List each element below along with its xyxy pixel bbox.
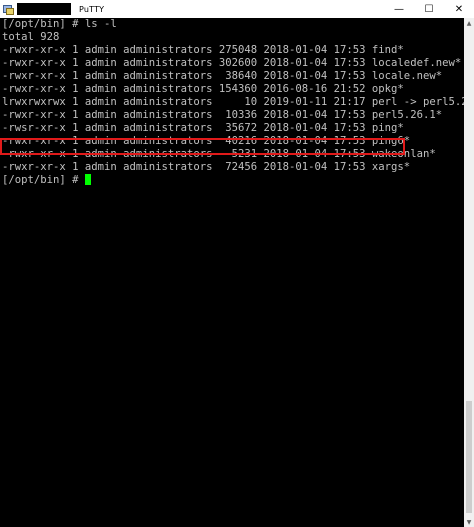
- terminal-line: -rwxr-xr-x 1 admin administrators 154360…: [2, 83, 404, 95]
- terminal-line: [/opt/bin] # ls -l: [2, 18, 117, 30]
- maximize-button[interactable]: ☐: [414, 0, 444, 18]
- red-highlight-box: [0, 138, 405, 155]
- scrollbar-thumb[interactable]: [466, 401, 472, 513]
- redacted-hostname: [17, 3, 71, 15]
- terminal-line: total 928: [2, 31, 60, 43]
- minimize-button[interactable]: —: [384, 0, 414, 18]
- window-controls: — ☐ ✕: [384, 0, 474, 18]
- terminal-line: -rwxr-xr-x 1 admin administrators 38640 …: [2, 70, 443, 82]
- text-cursor: [84, 174, 91, 185]
- terminal-line-ping: -rwsr-xr-x 1 admin administrators 35672 …: [2, 122, 404, 134]
- terminal-line: -rwxr-xr-x 1 admin administrators 302600…: [2, 57, 462, 69]
- terminal-output[interactable]: [/opt/bin] # ls -l total 928 -rwxr-xr-x …: [0, 18, 474, 527]
- putty-window: PuTTY — ☐ ✕ [/opt/bin] # ls -l total 928…: [0, 0, 474, 527]
- title-bar[interactable]: PuTTY — ☐ ✕: [0, 0, 474, 18]
- terminal-line: -rwxr-xr-x 1 admin administrators 72456 …: [2, 161, 411, 173]
- terminal-line: lrwxrwxrwx 1 admin administrators 10 201…: [2, 96, 474, 108]
- terminal-line: -rwxr-xr-x 1 admin administrators 10336 …: [2, 109, 443, 121]
- prompt-line: [/opt/bin] #: [2, 174, 464, 187]
- vertical-scrollbar[interactable]: ▲ ▼: [464, 18, 474, 527]
- scroll-up-arrow-icon[interactable]: ▲: [464, 18, 474, 28]
- close-button[interactable]: ✕: [444, 0, 474, 18]
- scroll-down-arrow-icon[interactable]: ▼: [464, 517, 474, 527]
- putty-icon[interactable]: [3, 4, 14, 15]
- terminal-line: -rwxr-xr-x 1 admin administrators 275048…: [2, 44, 404, 56]
- prompt-text: [/opt/bin] #: [2, 174, 85, 186]
- window-title: PuTTY: [79, 4, 105, 14]
